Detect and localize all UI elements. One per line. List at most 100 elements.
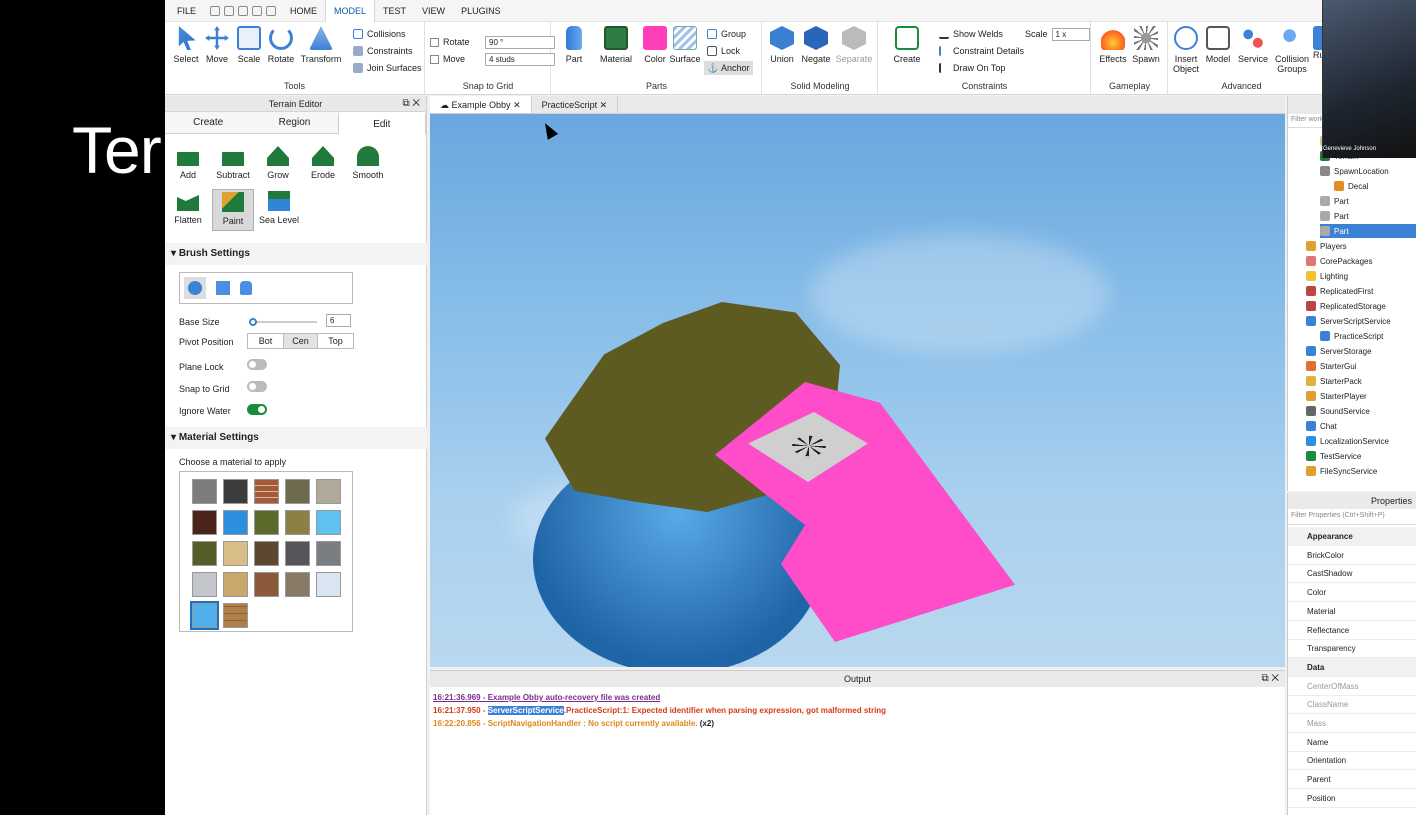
tool-subtract[interactable]: Subtract xyxy=(212,146,254,180)
material-swatch[interactable] xyxy=(254,541,279,566)
material-swatch[interactable] xyxy=(192,541,217,566)
explorer-item[interactable]: Lighting xyxy=(1306,269,1348,283)
material-swatch[interactable] xyxy=(192,572,217,597)
model-button[interactable]: Model xyxy=(1203,26,1233,64)
tab-region[interactable]: Region xyxy=(251,112,337,133)
move-snap-input[interactable]: 4 studs xyxy=(485,52,555,66)
material-swatch[interactable] xyxy=(192,479,217,504)
explorer-item[interactable]: PracticeScript xyxy=(1320,329,1383,343)
color-button[interactable]: Color xyxy=(640,26,670,64)
surface-button[interactable]: Surface xyxy=(668,26,702,64)
3d-viewport[interactable] xyxy=(430,114,1285,667)
explorer-item[interactable]: LocalizationService xyxy=(1306,434,1389,448)
log-line[interactable]: 16:21:37.950 - ServerScriptService.Pract… xyxy=(430,704,1285,717)
property-row[interactable]: Material xyxy=(1288,602,1416,621)
material-swatch[interactable] xyxy=(316,510,341,535)
insert-object-button[interactable]: Insert Object xyxy=(1169,26,1203,74)
tool-paint[interactable]: Paint xyxy=(212,189,254,231)
explorer-item[interactable]: FileSyncService xyxy=(1306,464,1377,478)
material-swatch[interactable] xyxy=(223,541,248,566)
constraints-toggle[interactable]: Constraints xyxy=(353,44,413,58)
explorer-item[interactable]: ServerScriptService xyxy=(1306,314,1391,328)
cylinder-shape-icon[interactable] xyxy=(240,281,252,295)
cube-shape-icon[interactable] xyxy=(216,281,230,295)
property-row[interactable]: Mass xyxy=(1288,714,1416,733)
properties-filter-input[interactable]: Filter Properties (Ctrl+Shift+P) xyxy=(1288,509,1416,525)
explorer-item[interactable]: Part xyxy=(1320,224,1416,238)
material-swatch[interactable] xyxy=(223,479,248,504)
new-file-icon[interactable] xyxy=(210,5,221,16)
material-swatch[interactable] xyxy=(223,603,248,628)
material-swatch[interactable] xyxy=(223,510,248,535)
explorer-item[interactable]: StarterPack xyxy=(1306,374,1362,388)
tool-sea-level[interactable]: Sea Level xyxy=(257,191,301,225)
property-row[interactable]: CenterOfMass xyxy=(1288,677,1416,696)
explorer-item[interactable]: StarterGui xyxy=(1306,359,1356,373)
menu-view[interactable]: VIEW xyxy=(414,0,453,22)
draw-on-top-toggle[interactable]: Draw On Top xyxy=(939,61,1005,75)
pivot-bot-button[interactable]: Bot xyxy=(248,334,283,348)
material-swatch[interactable] xyxy=(285,510,310,535)
explorer-item[interactable]: ServerStorage xyxy=(1306,344,1372,358)
separate-button[interactable]: Separate xyxy=(834,26,874,64)
negate-button[interactable]: Negate xyxy=(800,26,832,64)
select-button[interactable]: Select xyxy=(171,26,201,64)
explorer-item[interactable]: Decal xyxy=(1334,179,1368,193)
explorer-item[interactable]: Part xyxy=(1320,194,1349,208)
spawn-button[interactable]: Spawn xyxy=(1130,26,1162,64)
tool-grow[interactable]: Grow xyxy=(257,146,299,180)
property-row[interactable]: Orientation xyxy=(1288,751,1416,771)
constraint-scale-input[interactable]: 1 x xyxy=(1051,27,1090,41)
move-snap-checkbox[interactable] xyxy=(430,54,439,64)
move-button[interactable]: Move xyxy=(203,26,231,64)
explorer-item[interactable]: ReplicatedStorage xyxy=(1306,299,1386,313)
snap-to-grid-toggle[interactable] xyxy=(247,381,267,392)
base-size-input[interactable]: 6 xyxy=(326,314,351,327)
undo-icon[interactable] xyxy=(224,5,235,16)
sphere-shape-button[interactable] xyxy=(184,277,206,299)
tool-add[interactable]: Add xyxy=(167,146,209,180)
explorer-item[interactable]: StarterPlayer xyxy=(1306,389,1367,403)
slider-handle[interactable] xyxy=(249,318,257,326)
service-button[interactable]: Service xyxy=(1235,26,1271,64)
ignore-water-toggle[interactable] xyxy=(247,404,267,415)
brush-settings-header[interactable]: ▾ Brush Settings xyxy=(165,243,427,265)
explorer-item[interactable]: Players xyxy=(1306,239,1347,253)
tool-smooth[interactable]: Smooth xyxy=(347,146,389,180)
explorer-item[interactable]: SoundService xyxy=(1306,404,1370,418)
log-line[interactable]: 16:21:36.969 - Example Obby auto-recover… xyxy=(430,691,1285,704)
menu-test[interactable]: TEST xyxy=(375,0,414,22)
tab-practice-script[interactable]: PracticeScript ✕ xyxy=(532,96,619,113)
explorer-item[interactable]: CorePackages xyxy=(1306,254,1372,268)
material-swatch[interactable] xyxy=(316,479,341,504)
material-swatch[interactable] xyxy=(254,572,279,597)
join-surfaces-toggle[interactable]: Join Surfaces xyxy=(353,61,422,75)
property-row[interactable]: CastShadow xyxy=(1288,564,1416,584)
tab-edit[interactable]: Edit xyxy=(337,112,426,134)
property-category[interactable]: Data xyxy=(1288,657,1416,677)
rotate-snap-checkbox[interactable] xyxy=(430,37,439,47)
tool-flatten[interactable]: Flatten xyxy=(167,191,209,225)
material-swatch[interactable] xyxy=(254,510,279,535)
save-icon[interactable] xyxy=(252,5,263,16)
material-swatch-selected[interactable] xyxy=(190,601,219,630)
menu-model[interactable]: MODEL xyxy=(325,0,376,22)
panel-close-icon[interactable]: ⧉ ✕ xyxy=(1261,671,1279,687)
property-row[interactable]: Parent xyxy=(1288,770,1416,790)
material-swatch[interactable] xyxy=(285,479,310,504)
material-swatch[interactable] xyxy=(316,572,341,597)
scale-button[interactable]: Scale xyxy=(235,26,263,64)
explorer-item[interactable]: ReplicatedFirst xyxy=(1306,284,1373,298)
panel-close-icon[interactable]: ⧉ ✕ xyxy=(402,96,420,112)
stop-icon[interactable] xyxy=(266,5,277,16)
property-row[interactable]: Color xyxy=(1288,583,1416,603)
material-swatch[interactable] xyxy=(254,479,279,504)
create-constraint-button[interactable]: Create xyxy=(889,26,925,64)
collision-groups-button[interactable]: Collision Groups xyxy=(1272,26,1312,74)
material-swatch[interactable] xyxy=(223,572,248,597)
constraint-details-toggle[interactable]: Constraint Details xyxy=(939,44,1024,58)
pivot-cen-button[interactable]: Cen xyxy=(283,334,318,348)
lock-button[interactable]: Lock xyxy=(707,44,740,58)
tab-create[interactable]: Create xyxy=(165,112,251,133)
property-row[interactable]: Reflectance xyxy=(1288,621,1416,640)
